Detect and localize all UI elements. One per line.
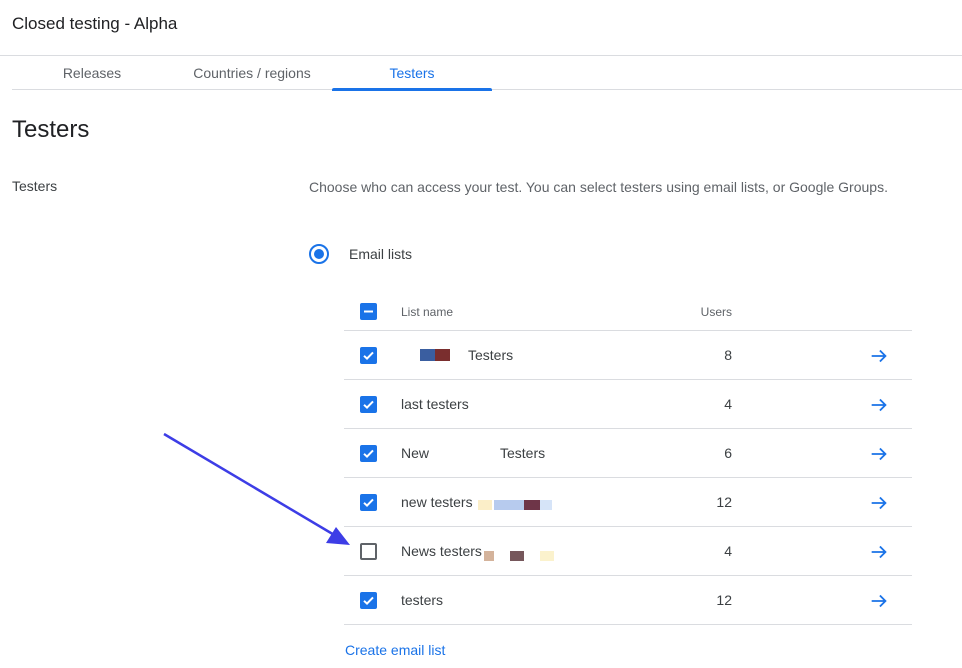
- arrow-forward-icon[interactable]: [868, 443, 890, 465]
- redacted-block: [510, 551, 524, 561]
- tab-testers[interactable]: Testers: [332, 56, 492, 91]
- user-count: 6: [724, 445, 732, 461]
- redacted-block: [540, 500, 552, 510]
- arrow-forward-icon[interactable]: [868, 492, 890, 514]
- user-count: 12: [716, 592, 732, 608]
- list-name: News testers: [401, 543, 482, 559]
- list-name: testers: [401, 592, 444, 608]
- table-header: List name Users: [344, 293, 912, 331]
- check-icon: [363, 449, 374, 459]
- table-row[interactable]: last testers 4: [344, 380, 912, 429]
- email-lists-table: List name Users Testers 8 last testers 4…: [344, 293, 912, 625]
- tab-countries-regions[interactable]: Countries / regions: [172, 56, 332, 90]
- user-count: 12: [716, 494, 732, 510]
- table-row[interactable]: testers 12: [344, 576, 912, 625]
- row-checkbox[interactable]: [360, 543, 377, 560]
- email-lists-option[interactable]: Email lists: [309, 244, 412, 264]
- row-checkbox[interactable]: [360, 396, 377, 413]
- check-icon: [363, 596, 374, 606]
- user-count: 4: [724, 543, 732, 559]
- list-name: last testers: [401, 396, 469, 412]
- email-lists-radio[interactable]: [309, 244, 329, 264]
- top-bar: Closed testing - Alpha: [0, 0, 962, 56]
- section-heading: Testers: [12, 116, 90, 143]
- check-icon: [363, 400, 374, 410]
- arrow-forward-icon[interactable]: [868, 590, 890, 612]
- arrow-forward-icon[interactable]: [868, 394, 890, 416]
- list-name: new testers: [401, 494, 473, 510]
- email-lists-label: Email lists: [349, 246, 413, 262]
- tab-bar: Releases Countries / regions Testers: [12, 56, 962, 91]
- arrow-forward-icon[interactable]: [868, 541, 890, 563]
- testers-section-label: Testers: [12, 178, 58, 194]
- redacted-block: [484, 551, 494, 561]
- redacted-block: [494, 500, 524, 510]
- row-checkbox[interactable]: [360, 347, 377, 364]
- table-row[interactable]: New Testers 6: [344, 429, 912, 478]
- table-row[interactable]: Testers 8: [344, 331, 912, 380]
- check-icon: [363, 498, 374, 508]
- testers-description: Choose who can access your test. You can…: [309, 179, 888, 195]
- list-name: Testers: [500, 445, 546, 461]
- redacted-block: [478, 500, 492, 510]
- user-count: 8: [724, 347, 732, 363]
- table-row[interactable]: new testers 12: [344, 478, 912, 527]
- row-checkbox[interactable]: [360, 445, 377, 462]
- tab-releases[interactable]: Releases: [12, 56, 172, 90]
- radio-selected-dot: [314, 249, 324, 259]
- table-row[interactable]: News testers 4: [344, 527, 912, 576]
- minus-icon: [364, 310, 373, 313]
- users-header: Users: [700, 305, 732, 319]
- create-email-list-link[interactable]: Create email list: [345, 642, 445, 658]
- row-checkbox[interactable]: [360, 592, 377, 609]
- list-name-header: List name: [401, 305, 454, 319]
- redacted-block: [540, 551, 554, 561]
- check-icon: [363, 351, 374, 361]
- page-title: Closed testing - Alpha: [12, 14, 178, 33]
- redacted-block: [420, 349, 435, 361]
- list-name: Testers: [468, 347, 514, 363]
- redacted-block: [435, 349, 450, 361]
- redacted-block: [524, 500, 540, 510]
- row-checkbox[interactable]: [360, 494, 377, 511]
- list-name-prefix: New: [401, 445, 430, 461]
- select-all-checkbox[interactable]: [360, 303, 377, 320]
- arrow-forward-icon[interactable]: [868, 345, 890, 367]
- user-count: 4: [724, 396, 732, 412]
